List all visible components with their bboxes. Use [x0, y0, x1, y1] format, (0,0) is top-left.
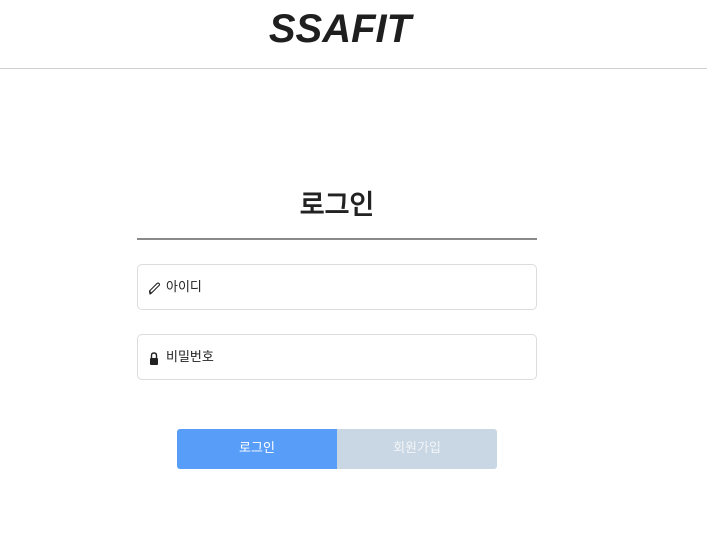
page-title: 로그인 — [299, 190, 375, 221]
id-field[interactable]: 아이디 — [137, 264, 537, 310]
pencil-icon — [147, 280, 161, 296]
site-header: SSAFIT — [0, 0, 707, 69]
signup-button[interactable]: 회원가입 — [337, 429, 497, 469]
brand-logo[interactable]: SSAFIT — [0, 6, 680, 52]
lock-icon — [147, 350, 161, 366]
id-field-placeholder: 아이디 — [166, 280, 202, 295]
title-divider — [137, 238, 537, 240]
login-button[interactable]: 로그인 — [177, 429, 337, 469]
password-field[interactable]: 비밀번호 — [137, 334, 537, 380]
password-field-placeholder: 비밀번호 — [166, 350, 214, 365]
